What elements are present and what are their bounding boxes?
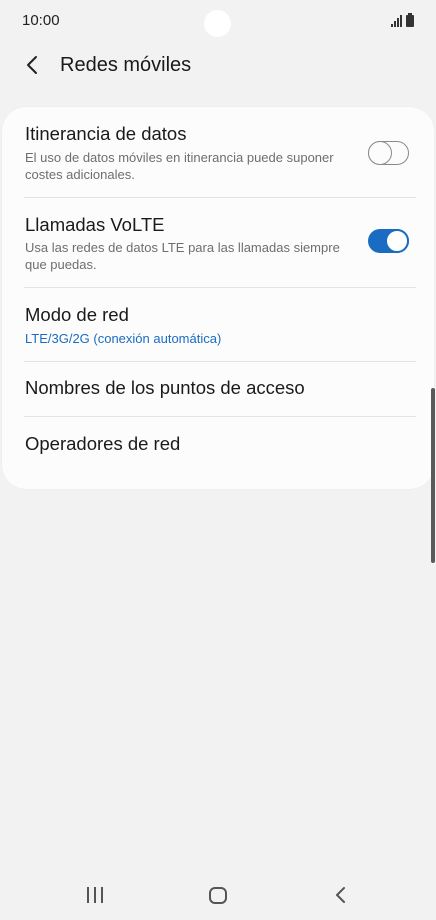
recents-icon[interactable] bbox=[87, 887, 103, 903]
screen: 10:00 Redes móviles Itinerancia de datos… bbox=[0, 0, 436, 920]
setting-volte-calls[interactable]: Llamadas VoLTE Usa las redes de datos LT… bbox=[2, 198, 434, 287]
setting-access-point-names[interactable]: Nombres de los puntos de acceso bbox=[2, 362, 434, 416]
page-title: Redes móviles bbox=[60, 54, 192, 76]
setting-title: Operadores de red bbox=[25, 433, 181, 454]
status-icons bbox=[391, 13, 414, 27]
setting-network-operators[interactable]: Operadores de red bbox=[2, 417, 434, 473]
status-time: 10:00 bbox=[22, 12, 60, 29]
setting-title: Itinerancia de datos bbox=[25, 123, 187, 144]
app-header: Redes móviles bbox=[0, 42, 436, 88]
battery-icon bbox=[406, 13, 414, 27]
navigation-bar bbox=[0, 870, 436, 920]
status-bar: 10:00 bbox=[0, 0, 436, 42]
home-icon[interactable] bbox=[209, 887, 227, 904]
toggle-knob bbox=[385, 229, 409, 253]
data-roaming-toggle[interactable] bbox=[367, 140, 409, 165]
settings-card: Itinerancia de datos El uso de datos móv… bbox=[2, 107, 434, 489]
setting-data-roaming[interactable]: Itinerancia de datos El uso de datos móv… bbox=[2, 107, 434, 197]
setting-description: Usa las redes de datos LTE para las llam… bbox=[25, 240, 340, 272]
setting-description: El uso de datos móviles en itinerancia p… bbox=[25, 150, 334, 182]
back-icon[interactable] bbox=[332, 885, 350, 905]
setting-title: Modo de red bbox=[25, 304, 129, 325]
toggle-knob bbox=[367, 140, 392, 165]
chevron-left-icon bbox=[27, 56, 37, 74]
volte-toggle[interactable] bbox=[368, 229, 409, 253]
setting-title: Nombres de los puntos de acceso bbox=[25, 377, 305, 398]
network-mode-value: LTE/3G/2G (conexión automática) bbox=[25, 331, 222, 346]
camera-cutout bbox=[204, 10, 231, 37]
back-button[interactable] bbox=[18, 52, 46, 78]
setting-network-mode[interactable]: Modo de red LTE/3G/2G (conexión automáti… bbox=[2, 288, 434, 361]
scrollbar[interactable] bbox=[431, 388, 435, 563]
signal-icon bbox=[391, 15, 402, 27]
setting-title: Llamadas VoLTE bbox=[25, 214, 165, 235]
